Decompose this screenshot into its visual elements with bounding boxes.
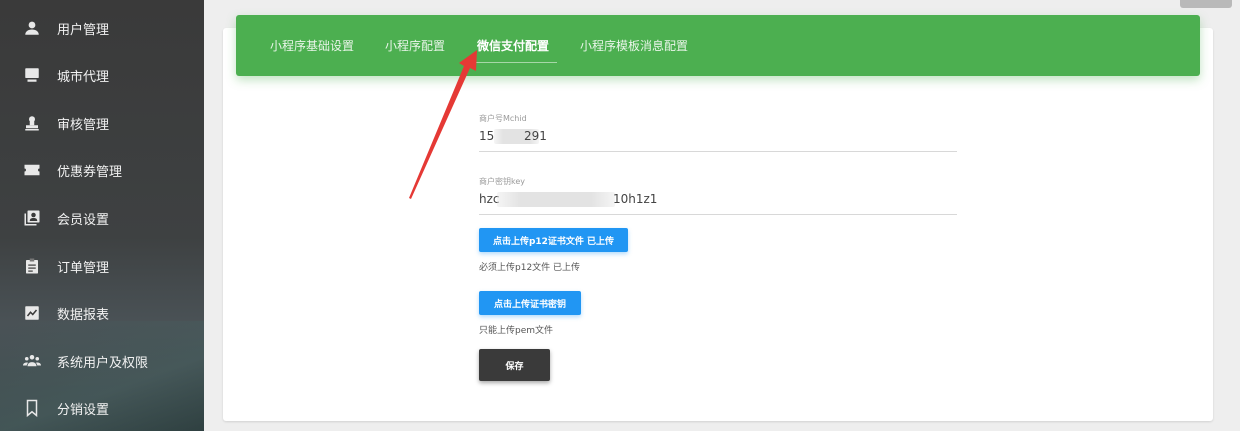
bookmark-icon bbox=[23, 399, 41, 417]
mchid-value[interactable]: 15 291 bbox=[479, 129, 957, 145]
merchant-key-label: 商户密钥key bbox=[479, 177, 526, 186]
sidebar-item-label: 城市代理 bbox=[57, 69, 110, 85]
tab-miniprogram-config[interactable]: 小程序配置 bbox=[385, 15, 445, 76]
sidebar-item-distribution[interactable]: 分销设置 bbox=[0, 388, 204, 428]
ticket-icon bbox=[23, 161, 41, 179]
sidebar-item-label: 分销设置 bbox=[57, 402, 110, 418]
sidebar-item-label: 会员设置 bbox=[57, 212, 110, 228]
sidebar-item-review[interactable]: 审核管理 bbox=[0, 103, 204, 143]
sidebar-item-label: 审核管理 bbox=[57, 117, 110, 133]
mchid-value-start: 15 bbox=[479, 129, 495, 143]
merchant-key-value[interactable]: hzc 10h1z1 bbox=[479, 192, 957, 208]
stamp-icon bbox=[23, 114, 41, 132]
group-icon bbox=[23, 352, 41, 370]
mchid-label: 商户号Mchid bbox=[479, 114, 527, 123]
upload-p12-button[interactable]: 点击上传p12证书文件 已上传 bbox=[479, 228, 628, 252]
upload-p12-hint: 必须上传p12文件 已上传 bbox=[479, 263, 581, 273]
sidebar-item-orders[interactable]: 订单管理 bbox=[0, 246, 204, 286]
mchid-value-end: 291 bbox=[524, 129, 547, 143]
sidebar-item-system-users[interactable]: 系统用户及权限 bbox=[0, 341, 204, 381]
user-icon bbox=[23, 19, 41, 37]
redaction-blur bbox=[497, 192, 615, 207]
sidebar-item-users[interactable]: 用户管理 bbox=[0, 8, 204, 48]
top-right-scroll-handle[interactable] bbox=[1180, 0, 1232, 8]
mchid-underline bbox=[479, 151, 957, 152]
merchant-key-value-end: 10h1z1 bbox=[613, 192, 658, 206]
sidebar: 用户管理 城市代理 审核管理 优惠券管理 会员设置 订单管理 数据报表 系统用户… bbox=[0, 0, 204, 431]
merchant-key-underline bbox=[479, 214, 957, 215]
tab-miniprogram-basic[interactable]: 小程序基础设置 bbox=[270, 15, 354, 76]
sidebar-item-label: 数据报表 bbox=[57, 307, 110, 323]
save-button[interactable]: 保存 bbox=[479, 349, 550, 381]
clipboard-icon bbox=[23, 257, 41, 275]
settings-card bbox=[223, 28, 1213, 421]
tab-wechat-pay-config[interactable]: 微信支付配置 bbox=[471, 15, 558, 76]
member-card-icon bbox=[23, 209, 41, 227]
sidebar-item-label: 订单管理 bbox=[57, 260, 110, 276]
sidebar-item-membership[interactable]: 会员设置 bbox=[0, 198, 204, 238]
sidebar-item-label: 用户管理 bbox=[57, 22, 110, 38]
sidebar-item-coupons[interactable]: 优惠券管理 bbox=[0, 150, 204, 190]
upload-key-button[interactable]: 点击上传证书密钥 bbox=[479, 291, 581, 315]
tab-template-message-config[interactable]: 小程序模板消息配置 bbox=[580, 15, 688, 76]
chart-icon bbox=[23, 304, 41, 322]
sidebar-item-label: 优惠券管理 bbox=[57, 164, 123, 180]
sidebar-item-label: 系统用户及权限 bbox=[57, 355, 149, 371]
merchant-key-field[interactable]: 商户密钥key hzc 10h1z1 bbox=[479, 176, 957, 215]
settings-tab-bar: 小程序基础设置 小程序配置 微信支付配置 小程序模板消息配置 bbox=[236, 15, 1200, 76]
monitor-icon bbox=[23, 66, 41, 84]
sidebar-item-reports[interactable]: 数据报表 bbox=[0, 293, 204, 333]
upload-key-hint: 只能上传pem文件 bbox=[479, 326, 554, 336]
sidebar-item-city-agent[interactable]: 城市代理 bbox=[0, 55, 204, 95]
mchid-field[interactable]: 商户号Mchid 15 291 bbox=[479, 113, 957, 152]
